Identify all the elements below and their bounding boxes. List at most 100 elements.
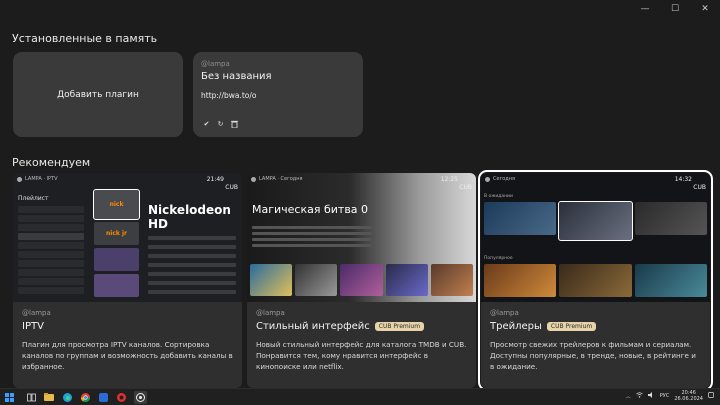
recommend-card-style[interactable]: LAMPA · Сегодня 12:25 CUB Магическая бит… (247, 173, 476, 388)
app-icon-red[interactable] (116, 392, 126, 402)
language-indicator[interactable]: РУС (660, 393, 670, 399)
style-description-lines (252, 223, 372, 250)
card-info: @lampa Трейлеры CUB Premium Просмотр све… (481, 302, 710, 379)
preview-app-name: LAMPA · Сегодня (259, 176, 303, 182)
plugin-actions: ✔ ↻ (202, 119, 239, 128)
tray-chevron-icon[interactable]: ︿ (626, 393, 631, 400)
text-line (252, 232, 372, 235)
schedule-line (148, 254, 236, 258)
preview-topbar: Сегодня 14:32 CUB (481, 173, 710, 191)
schedule-line (148, 245, 236, 249)
card-description: Плагин для просмотра IPTV каналов. Сорти… (22, 340, 233, 371)
chrome-icon[interactable] (80, 392, 90, 402)
channel-thumb: nick (93, 189, 140, 220)
lampa-app-icon[interactable] (134, 390, 147, 404)
list-item (18, 233, 84, 240)
card-title-row: IPTV (22, 321, 233, 332)
logo-icon (251, 176, 256, 182)
channel-thumb (94, 274, 139, 297)
preview-cub: CUB (693, 184, 706, 191)
reload-icon[interactable]: ↻ (216, 119, 225, 128)
trailers-row-label: Популярное (484, 256, 513, 261)
installed-section-title: Установленные в память (12, 32, 158, 45)
trailer-thumb (559, 264, 632, 297)
iptv-channel-title: Nickelodeon HD (148, 203, 231, 231)
preview-clock: 12:25 (440, 176, 458, 183)
close-button[interactable]: ✕ (690, 0, 720, 18)
preview-clock: 21:49 (206, 176, 224, 183)
schedule-line (148, 281, 236, 285)
start-icon[interactable] (4, 392, 14, 402)
trash-icon[interactable] (230, 119, 239, 128)
premium-badge: CUB Premium (546, 322, 597, 331)
schedule-line (148, 290, 236, 294)
list-item (18, 287, 84, 294)
list-item (18, 242, 84, 249)
trailer-thumb (634, 202, 707, 235)
poster (430, 264, 474, 296)
preview-cub: CUB (459, 184, 472, 191)
installed-plugin-card[interactable]: @lampa Без названия http://bwa.to/o ✔ ↻ (193, 52, 363, 137)
plugin-url: http://bwa.to/o (201, 91, 257, 100)
clock[interactable]: 20:46 26.06.2024 (674, 390, 703, 402)
list-item (18, 206, 84, 213)
window-controls: — ☐ ✕ (630, 0, 720, 18)
card-info: @lampa IPTV Плагин для просмотра IPTV ка… (13, 302, 242, 379)
trailer-thumb (484, 264, 557, 297)
preview-topbar: LAMPA · Сегодня 12:25 CUB (247, 173, 476, 191)
schedule-line (148, 272, 236, 276)
card-title: Стильный интерфейс (256, 321, 370, 332)
minimize-button[interactable]: — (630, 0, 660, 18)
card-description: Новый стильный интерфейс для каталога TM… (256, 340, 467, 371)
trailers-row (484, 264, 707, 297)
text-line (252, 244, 372, 247)
trailer-thumb (484, 202, 557, 235)
volume-icon[interactable] (647, 392, 655, 400)
add-plugin-button[interactable]: Добавить плагин (13, 52, 183, 137)
card-author: @lampa (22, 309, 51, 317)
style-preview: LAMPA · Сегодня 12:25 CUB Магическая бит… (247, 173, 476, 302)
schedule-line (148, 263, 236, 267)
taskbar: ︿ РУС 20:46 26.06.2024 (0, 388, 720, 405)
recommend-section-title: Рекомендуем (12, 156, 91, 169)
edge-icon[interactable] (62, 392, 72, 402)
logo-icon (485, 176, 490, 182)
iptv-channel-thumbs: nick nick jr (93, 189, 140, 300)
wifi-icon[interactable] (636, 392, 643, 400)
clock-date: 26.06.2024 (674, 396, 703, 402)
preview-cub: CUB (225, 184, 238, 191)
recommend-card-trailers[interactable]: Сегодня 14:32 CUB В ожидании Популярное … (478, 170, 713, 391)
card-description: Просмотр свежих трейлеров к фильмам и се… (490, 340, 696, 371)
schedule-line (148, 236, 236, 240)
card-title-row: Трейлеры CUB Premium (490, 321, 701, 332)
system-tray: ︿ РУС 20:46 26.06.2024 (626, 390, 714, 402)
poster (340, 264, 383, 296)
app-icon-blue[interactable] (98, 392, 108, 402)
trailers-row-label: В ожидании (484, 194, 513, 199)
add-plugin-label: Добавить плагин (57, 89, 139, 100)
card-info: @lampa Стильный интерфейс CUB Premium Но… (247, 302, 476, 379)
poster (295, 264, 338, 296)
task-view-icon[interactable] (26, 392, 36, 402)
card-title: Трейлеры (490, 321, 542, 332)
check-icon[interactable]: ✔ (202, 119, 211, 128)
iptv-preview: LAMPA · IPTV 21:49 CUB Плейлист nick nic… (13, 173, 242, 302)
text-line (252, 238, 372, 241)
list-item (18, 278, 84, 285)
card-title: IPTV (22, 321, 44, 332)
iptv-schedule (148, 231, 236, 299)
file-explorer-icon[interactable] (44, 392, 54, 402)
notifications-icon[interactable] (708, 392, 714, 400)
trailer-thumb (558, 201, 633, 241)
channel-thumb (94, 248, 139, 271)
iptv-channel-list: Плейлист (18, 195, 84, 296)
premium-badge: CUB Premium (374, 322, 425, 331)
maximize-button[interactable]: ☐ (660, 0, 690, 18)
text-line (252, 226, 372, 229)
iptv-list-header: Плейлист (18, 195, 49, 202)
plugin-name: Без названия (201, 71, 272, 82)
recommend-card-iptv[interactable]: LAMPA · IPTV 21:49 CUB Плейлист nick nic… (13, 173, 242, 388)
list-item (18, 215, 84, 222)
card-title-row: Стильный интерфейс CUB Premium (256, 321, 467, 332)
poster (385, 264, 428, 296)
